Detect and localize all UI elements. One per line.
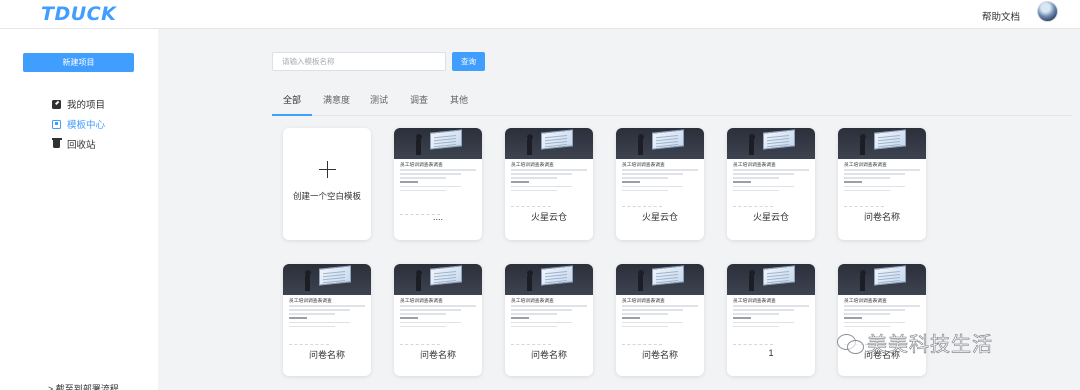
help-docs-link[interactable]: 帮助文档 xyxy=(982,9,1020,23)
active-tab-indicator xyxy=(272,114,312,116)
plus-icon xyxy=(319,161,336,178)
template-thumbnail xyxy=(727,128,815,159)
new-project-button[interactable]: 新建项目 xyxy=(23,53,134,72)
template-card-label: 问卷名称 xyxy=(419,350,456,360)
tab-test[interactable]: 测试 xyxy=(370,93,388,106)
top-bar: TDUCK 帮助文档 xyxy=(0,0,1080,29)
template-card[interactable]: 员工培训调查表调查 问卷名称 xyxy=(838,128,926,240)
template-card-label: 问卷名称 xyxy=(530,350,567,360)
template-thumbnail xyxy=(616,128,704,159)
app-logo[interactable]: TDUCK xyxy=(41,3,116,25)
category-tabs: 全部 满意度 测试 调查 其他 xyxy=(272,87,1072,116)
template-preview-title: 员工培训调查表调查 xyxy=(733,297,776,304)
template-card[interactable]: 员工培训调查表调查 问卷名称 xyxy=(505,264,593,376)
wechat-icon xyxy=(837,332,865,354)
template-preview-title: 员工培训调查表调查 xyxy=(622,297,665,304)
template-preview-title: 员工培训调查表调查 xyxy=(844,161,887,168)
template-card-label: 火星云仓 xyxy=(641,212,678,222)
template-card[interactable]: 员工培训调查表调查 问卷名称 xyxy=(283,264,371,376)
tab-other[interactable]: 其他 xyxy=(450,93,468,106)
template-card[interactable]: 员工培训调查表调查 问卷名称 xyxy=(616,264,704,376)
template-card[interactable]: 员工培训调查表调查 火星云仓 xyxy=(616,128,704,240)
template-card-label: 火星云仓 xyxy=(752,212,789,222)
template-card[interactable]: 员工培训调查表调查 火星云仓 xyxy=(727,128,815,240)
template-preview-title: 员工培训调查表调查 xyxy=(511,297,554,304)
template-preview-title: 员工培训调查表调查 xyxy=(400,297,443,304)
sidebar-item-label: 我的项目 xyxy=(67,100,106,111)
template-card-label: 1 xyxy=(768,348,774,358)
template-card-label: 问卷名称 xyxy=(641,350,678,360)
sidebar-item-template-center[interactable]: 模板中心 xyxy=(52,117,105,131)
create-blank-template-card[interactable]: 创建一个空白模板 xyxy=(283,128,371,240)
template-card[interactable]: 员工培训调查表调查 .... xyxy=(394,128,482,240)
template-card[interactable]: 员工培训调查表调查 火星云仓 xyxy=(505,128,593,240)
template-thumbnail xyxy=(616,264,704,295)
template-preview-title: 员工培训调查表调查 xyxy=(733,161,776,168)
template-thumbnail xyxy=(838,264,926,295)
sidebar-item-label: 回收站 xyxy=(67,140,96,151)
sidebar: 新建项目 我的项目 模板中心 回收站 > 截至到部署流程 xyxy=(0,29,158,390)
template-thumbnail xyxy=(283,264,371,295)
template-preview-title: 员工培训调查表调查 xyxy=(400,161,443,168)
tab-all[interactable]: 全部 xyxy=(283,93,301,106)
sidebar-item-my-projects[interactable]: 我的项目 xyxy=(52,97,105,111)
tabs-divider xyxy=(272,115,1072,116)
trash-icon xyxy=(51,138,62,148)
template-card[interactable]: 员工培训调查表调查 问卷名称 xyxy=(394,264,482,376)
sidebar-item-label: 模板中心 xyxy=(67,120,106,131)
template-preview-title: 员工培训调查表调查 xyxy=(511,161,554,168)
template-thumbnail xyxy=(727,264,815,295)
tab-survey[interactable]: 调查 xyxy=(410,93,428,106)
template-card[interactable]: 员工培训调查表调查 1 xyxy=(727,264,815,376)
template-thumbnail xyxy=(394,264,482,295)
edit-icon xyxy=(52,99,61,109)
template-preview-title: 员工培训调查表调查 xyxy=(289,297,332,304)
template-card[interactable]: 员工培训调查表调查 问卷名称 xyxy=(838,264,926,376)
sidebar-bottom-link[interactable]: > 截至到部署流程 xyxy=(48,382,119,390)
template-thumbnail xyxy=(394,128,482,159)
query-button[interactable]: 查询 xyxy=(452,52,485,71)
watermark-text: 美美科技生活 xyxy=(867,332,993,357)
template-card-label: 问卷名称 xyxy=(308,350,345,360)
template-card-label: .... xyxy=(432,212,443,222)
user-avatar[interactable] xyxy=(1037,1,1058,22)
blank-template-label: 创建一个空白模板 xyxy=(292,191,361,201)
tab-satisfaction[interactable]: 满意度 xyxy=(323,93,350,106)
template-thumbnail xyxy=(505,128,593,159)
template-preview-title: 员工培训调查表调查 xyxy=(622,161,665,168)
template-icon xyxy=(52,119,61,129)
template-card-label: 问卷名称 xyxy=(863,212,900,222)
template-thumbnail xyxy=(505,264,593,295)
template-thumbnail xyxy=(838,128,926,159)
template-search-input[interactable] xyxy=(272,52,446,71)
template-preview-title: 员工培训调查表调查 xyxy=(844,297,887,304)
template-card-label: 火星云仓 xyxy=(530,212,567,222)
sidebar-item-recycle-bin[interactable]: 回收站 xyxy=(51,137,96,151)
watermark: 美美科技生活 xyxy=(837,328,993,357)
